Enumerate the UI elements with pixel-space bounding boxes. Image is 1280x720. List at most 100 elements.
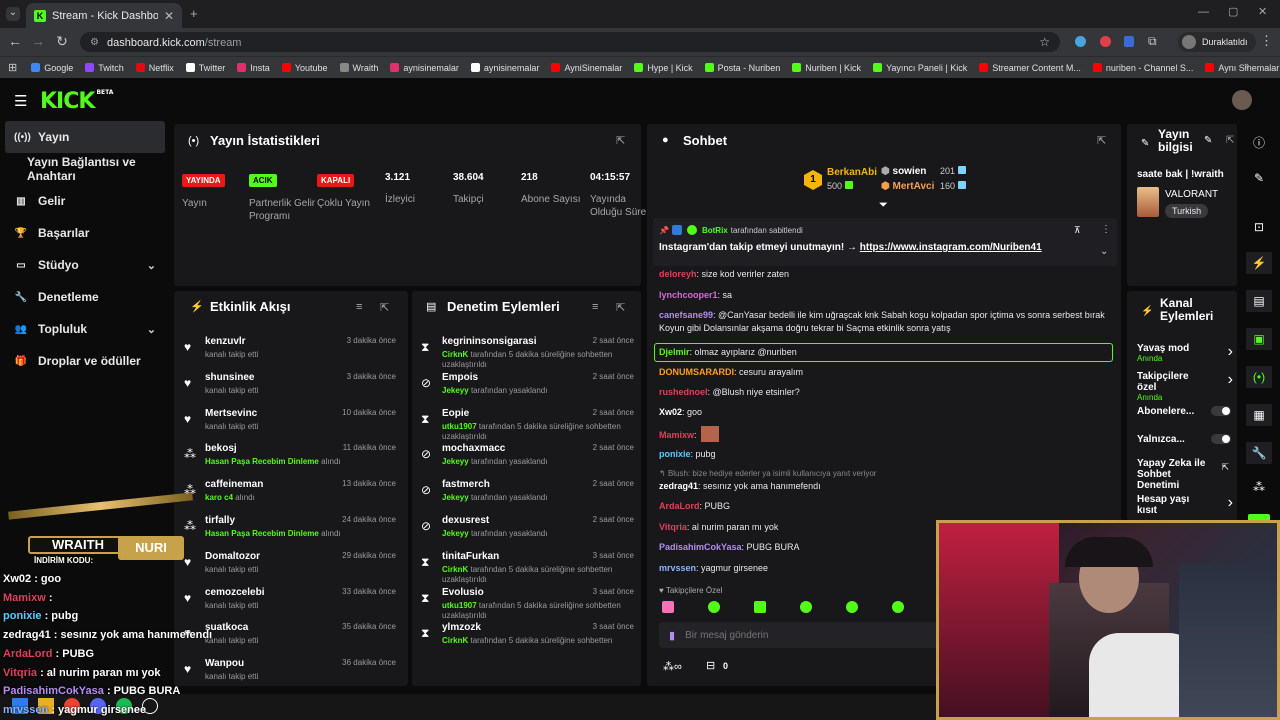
chat-message[interactable]: ArdaLord: PUBG [659, 500, 1114, 513]
popout-icon[interactable]: ⇱ [1097, 134, 1106, 147]
points-icon[interactable]: ⁂∞ [663, 660, 682, 673]
emote-icon[interactable] [892, 601, 904, 613]
document-icon[interactable]: ▤ [1246, 290, 1272, 312]
stats-icon[interactable]: ▦ [1246, 404, 1272, 426]
back-icon[interactable]: ← [3, 33, 27, 49]
bookmark-star-icon[interactable]: ☆ [1039, 35, 1050, 49]
new-tab-icon[interactable]: + [190, 6, 198, 21]
activity-item[interactable]: ♥ Domaltozor kanalı takip etti 29 dakika ön… [180, 549, 402, 585]
collapse-leaderboard-icon[interactable]: ⏷ [879, 199, 888, 212]
forward-icon[interactable]: → [26, 33, 50, 49]
info-icon[interactable]: ⓘ [1246, 134, 1272, 151]
chat-message[interactable]: Mamixw: [659, 426, 1114, 442]
chat-username[interactable]: Djelmir [659, 347, 690, 357]
edit-icon[interactable]: ✎ [1246, 171, 1272, 185]
toggle-switch[interactable] [1211, 434, 1231, 444]
more-bookmarks-icon[interactable]: » [1244, 60, 1249, 70]
chat-username[interactable]: Mamixw [659, 430, 694, 440]
bookmark-item[interactable]: Hype | Kick [634, 63, 693, 73]
reload-icon[interactable]: ↻ [50, 33, 74, 50]
activity-item[interactable]: ♥ shunsinee kanalı takip etti 3 dakika önce [180, 370, 402, 406]
leader-row[interactable]: ⬢ MertAvci [881, 181, 934, 192]
sidebar-item-5[interactable]: 🔧 Denetleme [0, 281, 170, 313]
bookmark-item[interactable]: aynisinemalar [390, 63, 459, 73]
chat-username[interactable]: Vitqria [659, 522, 687, 532]
filter-icon[interactable]: ≡ [592, 301, 598, 313]
channel-action-item[interactable]: Takipçilere özel Anında › [1137, 371, 1233, 402]
chat-username[interactable]: ArdaLord [659, 501, 700, 511]
chat-username[interactable]: PadisahimCokYasa [659, 542, 742, 552]
chat-username[interactable]: lynchcooper1 [659, 290, 718, 300]
apps-grid-icon[interactable]: ⊞ [8, 61, 17, 74]
target-icon[interactable]: ⊡ [1246, 220, 1272, 234]
bookmark-item[interactable]: Google [31, 63, 73, 73]
moderation-item[interactable]: ⊘ dexusrest Jekeyy tarafından yasaklandı 2 … [418, 513, 640, 549]
channel-action-item[interactable]: Hesap yaşı kısıt › [1137, 494, 1233, 516]
moderation-item[interactable]: ⊘ Empois Jekeyy tarafından yasaklandı 2 saa… [418, 370, 640, 406]
activity-item[interactable]: ♥ Wanpou kanalı takip etti 36 dakika önce [180, 656, 402, 692]
chat-message[interactable]: DONUMSARARDI: cesuru arayalım [659, 366, 1114, 379]
bolt-icon[interactable]: ⚡ [1246, 252, 1272, 274]
bookmark-item[interactable]: Yayıncı Paneli | Kick [873, 63, 967, 73]
channel-action-item[interactable]: Yavaş mod Anında › [1137, 343, 1233, 363]
moderation-item[interactable]: ⊘ mochaxmacc Jekeyy tarafından yasaklandı 2… [418, 441, 640, 477]
microphone-icon[interactable]: ▮ [669, 629, 675, 642]
extension-icon[interactable] [1100, 36, 1111, 47]
sidebar-item-1[interactable]: Yayın Bağlantısı ve Anahtarı [0, 153, 170, 185]
broadcast-icon[interactable]: (•) [1246, 366, 1272, 388]
chat-message[interactable]: Vitqria: al nurim paran mı yok [659, 521, 1114, 534]
bookmark-item[interactable]: Youtube [281, 63, 328, 73]
browser-menu-icon[interactable]: ⋮ [1260, 33, 1273, 49]
activity-item[interactable]: ⁂ bekosj Hasan Paşa Recebim Dinleme alındı… [180, 441, 402, 477]
chat-message[interactable]: canefsane99: @CanYasar bedelli ile kim u… [659, 309, 1114, 335]
bookmark-item[interactable]: Netflix [135, 63, 174, 73]
bookmark-item[interactable]: Nuriben | Kick [792, 63, 861, 73]
bookmark-item[interactable]: Twitter [185, 63, 225, 73]
profile-chip[interactable]: Duraklatıldı [1178, 32, 1256, 52]
expand-icon[interactable]: ⌄ [1100, 246, 1108, 257]
chat-username[interactable]: mrvssen [659, 563, 696, 573]
bookmark-item[interactable]: Twitch [85, 63, 124, 73]
activity-item[interactable]: ♥ Mertsevinc kanalı takip etti 10 dakika ön… [180, 406, 402, 442]
chat-message[interactable]: Xw02: goo [659, 406, 1114, 419]
kick-logo[interactable]: KICK BETA [40, 89, 113, 114]
chat-icon[interactable]: ▣ [1246, 328, 1272, 350]
channel-action-item[interactable]: Abonelere... [1137, 406, 1231, 417]
chat-message[interactable]: PadisahimCokYasa: PUBG BURA [659, 541, 1114, 554]
chat-username[interactable]: Xw02 [659, 407, 682, 417]
close-window-icon[interactable]: ✕ [1258, 5, 1267, 18]
category-thumbnail[interactable] [1137, 187, 1159, 217]
sidebar-item-6[interactable]: 👥 Topluluk ⌄ [0, 313, 170, 345]
moderation-item[interactable]: ⧗ ylmzozk CirknK tarafından 5 dakika sürel… [418, 620, 640, 656]
chat-message[interactable]: ↰ Blush: bize hediye ederler ya isimli k… [659, 467, 1114, 480]
chat-username[interactable]: zedrag41 [659, 481, 698, 491]
chat-message[interactable]: lynchcooper1: sa [659, 289, 1114, 302]
popout-icon[interactable]: ⇱ [380, 301, 389, 314]
popout-icon[interactable]: ⇱ [616, 134, 625, 147]
sidebar-item-2[interactable]: ▥ Gelir [0, 185, 170, 217]
popout-icon[interactable]: ⇱ [616, 301, 625, 314]
bookmark-item[interactable]: AyniSinemalar [551, 63, 622, 73]
category-name[interactable]: VALORANT [1165, 189, 1218, 200]
chat-message[interactable]: deloreyh: size kod verirler zaten [659, 268, 1114, 281]
bookmark-item[interactable]: Insta [237, 63, 270, 73]
extension-icon[interactable] [1124, 36, 1134, 47]
chat-username[interactable]: deloreyh [659, 269, 697, 279]
emote-icon[interactable] [754, 601, 766, 613]
browser-tab[interactable]: K Stream - Kick Dashboard ✕ [26, 3, 182, 28]
minimize-icon[interactable]: — [1198, 6, 1209, 18]
leader-name[interactable]: BerkanAbi [827, 167, 877, 178]
user-avatar[interactable] [1232, 90, 1252, 110]
menu-hamburger-icon[interactable]: ☰ [14, 92, 27, 110]
activity-item[interactable]: ♥ suatkoca kanalı takip etti 35 dakika önce [180, 620, 402, 656]
emote-icon[interactable] [662, 601, 674, 613]
channel-action-item[interactable]: Yalnızca... [1137, 434, 1231, 445]
community-icon[interactable]: ⁂ [1246, 480, 1272, 494]
moderation-item[interactable]: ⊘ fastmerch Jekeyy tarafından yasaklandı 2 … [418, 477, 640, 513]
chat-username[interactable]: ponixie [659, 449, 691, 459]
bookmark-item[interactable]: Aynı Sinemalar - Ça... [1205, 63, 1280, 73]
channel-action-item[interactable]: Yapay Zeka ile Sohbet Denetimi ⇱ [1137, 458, 1229, 491]
tab-search-icon[interactable]: ⌄ [6, 7, 20, 21]
close-tab-icon[interactable]: ✕ [164, 9, 174, 23]
chat-message[interactable]: Djelmir: olmaz ayıplarız @nuriben [654, 343, 1113, 362]
